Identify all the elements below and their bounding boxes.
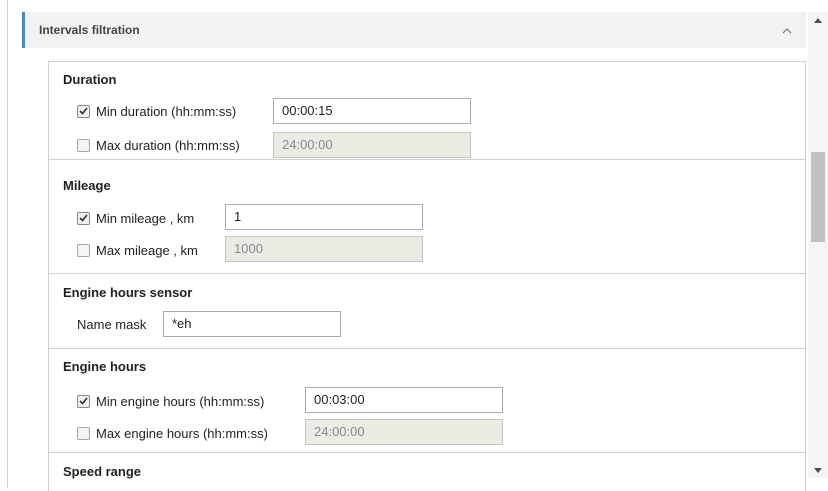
vertical-scrollbar[interactable]	[808, 12, 828, 478]
scroll-up-arrow-icon[interactable]	[808, 12, 828, 28]
checkmark-icon	[79, 214, 88, 222]
max-engine-hours-row: Max engine hours (hh:mm:ss)	[77, 421, 268, 445]
max-engine-hours-label: Max engine hours (hh:mm:ss)	[96, 425, 268, 441]
name-mask-row: Name mask	[77, 312, 146, 336]
checkmark-icon	[79, 107, 88, 115]
name-mask-label: Name mask	[77, 316, 147, 332]
intervals-filtration-header[interactable]: Intervals filtration	[22, 12, 806, 48]
duration-section: Duration Min duration (hh:mm:ss) 00:00:1…	[49, 62, 805, 160]
name-mask-input[interactable]: *eh	[163, 311, 341, 337]
min-duration-input[interactable]: 00:00:15	[273, 98, 471, 124]
chevron-up-icon[interactable]	[780, 24, 794, 38]
section-title-engine-hours-sensor: Engine hours sensor	[63, 285, 193, 300]
scrollbar-thumb[interactable]	[811, 152, 825, 242]
min-duration-checkbox[interactable]	[77, 104, 90, 118]
max-duration-label: Max duration (hh:mm:ss)	[96, 137, 240, 153]
section-title-mileage: Mileage	[63, 178, 111, 193]
max-mileage-checkbox[interactable]	[77, 243, 90, 257]
min-mileage-label: Min mileage , km	[96, 210, 195, 226]
min-duration-label: Min duration (hh:mm:ss)	[96, 103, 237, 119]
max-engine-hours-input[interactable]: 24:00:00	[305, 419, 503, 445]
min-engine-hours-checkbox[interactable]	[77, 394, 90, 408]
speed-range-section: Speed range	[49, 453, 805, 491]
checkmark-icon	[79, 397, 88, 405]
section-title-speed-range: Speed range	[63, 464, 142, 479]
filtration-content: Duration Min duration (hh:mm:ss) 00:00:1…	[48, 61, 806, 491]
panel-title: Intervals filtration	[39, 23, 140, 37]
section-title-duration: Duration	[63, 72, 117, 87]
max-mileage-input[interactable]: 1000	[225, 236, 423, 262]
scroll-down-arrow-icon[interactable]	[808, 462, 828, 478]
max-mileage-label: Max mileage , km	[96, 242, 198, 258]
max-mileage-row: Max mileage , km	[77, 238, 198, 262]
mileage-section: Mileage Min mileage , km 1 Max mileage ,…	[49, 160, 805, 274]
section-title-engine-hours: Engine hours	[63, 359, 147, 374]
max-engine-hours-checkbox[interactable]	[77, 426, 90, 440]
min-engine-hours-label: Min engine hours (hh:mm:ss)	[96, 393, 265, 409]
max-duration-checkbox[interactable]	[77, 138, 90, 152]
min-engine-hours-input[interactable]: 00:03:00	[305, 387, 503, 413]
engine-hours-section: Engine hours Min engine hours (hh:mm:ss)…	[49, 349, 805, 453]
min-mileage-row: Min mileage , km	[77, 206, 194, 230]
engine-hours-sensor-section: Engine hours sensor Name mask *eh	[49, 274, 805, 349]
max-duration-input[interactable]: 24:00:00	[273, 132, 471, 158]
max-duration-row: Max duration (hh:mm:ss)	[77, 133, 240, 157]
min-mileage-input[interactable]: 1	[225, 204, 423, 230]
min-mileage-checkbox[interactable]	[77, 211, 90, 225]
left-divider	[7, 0, 8, 488]
min-engine-hours-row: Min engine hours (hh:mm:ss)	[77, 389, 264, 413]
min-duration-row: Min duration (hh:mm:ss)	[77, 99, 236, 123]
